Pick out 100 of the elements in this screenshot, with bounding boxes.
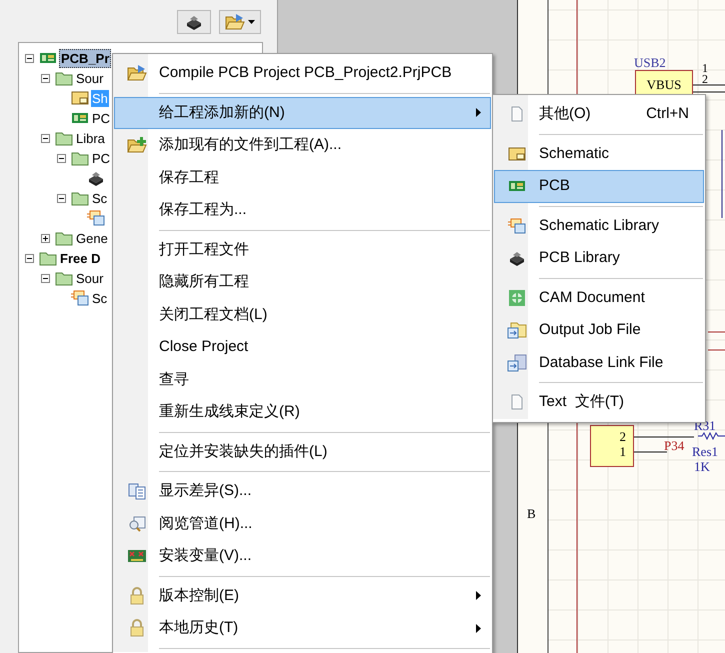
submenu-arrow-icon <box>476 591 481 600</box>
variant-icon <box>127 548 147 564</box>
schematic-symbol-icon <box>86 210 104 226</box>
schematic-sheet-icon <box>508 146 526 161</box>
text-document-icon <box>509 394 525 410</box>
collapse-toggle[interactable] <box>25 254 34 262</box>
shortcut-label: Ctrl+N <box>646 104 689 124</box>
collapse-toggle[interactable] <box>41 274 50 282</box>
schematic-sheet-icon <box>70 91 88 105</box>
pin-number: 2 <box>620 429 626 444</box>
chip-icon <box>86 170 104 186</box>
pcb-project-icon <box>38 51 56 65</box>
collapse-toggle[interactable] <box>41 134 50 142</box>
menu-item-label: 关闭工程文档(L) <box>159 304 268 324</box>
tree-item[interactable]: PC <box>91 110 112 126</box>
menu-item-label: 重新生成线束定义(R) <box>159 402 300 422</box>
wire <box>634 436 694 453</box>
menu-item[interactable]: 阅览管道(H)... <box>114 508 491 540</box>
menu-item[interactable]: 保存工程 <box>114 162 491 194</box>
menu-item[interactable]: 关闭工程文档(L) <box>114 298 491 331</box>
folder-icon <box>70 190 88 206</box>
chip-icon <box>185 14 203 30</box>
menu-item[interactable]: 查寻 <box>114 364 491 396</box>
folder-icon <box>38 250 56 266</box>
folder-icon <box>54 70 72 86</box>
open-folder-icon <box>225 13 245 31</box>
collapse-toggle[interactable] <box>57 194 66 202</box>
blank-document-icon <box>509 106 525 122</box>
pin-number: 2 <box>702 74 708 85</box>
menu-item[interactable]: 安装变量(V)... <box>114 540 491 572</box>
tree-item[interactable]: Free D <box>59 250 102 266</box>
menu-item-label: 安装变量(V)... <box>159 546 252 566</box>
folder-icon <box>70 150 88 166</box>
menu-item[interactable]: PCB Library <box>494 242 704 274</box>
pin-number: 1 <box>702 63 708 74</box>
menu-item[interactable]: 给工程添加新的(N) <box>114 96 491 129</box>
menu-item-label: 本地历史(T) <box>159 618 238 638</box>
menu-item-label: 给工程添加新的(N) <box>159 102 285 122</box>
toolbar-dropdown-button[interactable] <box>219 10 261 34</box>
compare-icon <box>128 482 146 500</box>
tree-item[interactable]: Sc <box>91 290 108 306</box>
menu-item[interactable]: 打开工程文件 <box>114 234 491 266</box>
menu-item-label: CAM Document <box>539 288 645 308</box>
menu-item-label: 隐藏所有工程 <box>159 272 249 292</box>
add-file-icon <box>127 136 147 154</box>
menu-item-label: Database Link File <box>539 352 664 372</box>
tree-item[interactable]: Sour <box>75 70 104 86</box>
menu-item-label: 阅览管道(H)... <box>159 514 252 534</box>
collapse-toggle[interactable] <box>25 54 34 62</box>
lock-icon <box>129 619 145 638</box>
menu-item[interactable]: 重新生成线束定义(R) <box>114 396 491 428</box>
submenu-arrow-icon <box>476 108 481 118</box>
menu-item[interactable]: Database Link File <box>494 346 704 379</box>
tree-item[interactable]: PCB_Pr <box>59 48 112 68</box>
menu-item-label: Schematic Library <box>539 216 660 236</box>
menu-item-label: Text 文件(T) <box>539 392 624 412</box>
component-comment: Res1 <box>692 443 718 461</box>
zone-label: B <box>527 505 536 523</box>
menu-item-label: 保存工程为... <box>159 200 247 220</box>
lock-icon <box>129 586 145 605</box>
folder-icon <box>54 130 72 146</box>
menu-item[interactable]: Compile PCB Project PCB_Project2.PrjPCB <box>114 57 491 90</box>
toolbar-button[interactable] <box>177 10 211 34</box>
pin-name: VBUS <box>646 76 682 94</box>
tree-item[interactable]: Sc <box>91 190 108 206</box>
resistor-symbol <box>698 432 725 440</box>
menu-item[interactable]: Text 文件(T) <box>494 386 704 418</box>
menu-item[interactable]: 隐藏所有工程 <box>114 266 491 298</box>
menu-item[interactable]: 添加现有的文件到工程(A)... <box>114 129 491 162</box>
tree-item[interactable]: PC <box>91 150 112 166</box>
menu-item-label: 版本控制(E) <box>159 586 239 606</box>
tree-item[interactable]: Libra <box>75 130 106 146</box>
compile-icon <box>127 64 147 82</box>
menu-item[interactable]: 显示差异(S)... <box>114 475 491 508</box>
menu-item[interactable]: 定位并安装缺失的插件(L) <box>114 436 491 468</box>
designator-label: USB2 <box>634 54 666 72</box>
chip-icon <box>508 250 526 266</box>
menu-item[interactable]: PCB <box>494 170 704 202</box>
menu-item[interactable]: Schematic Library <box>494 210 704 242</box>
menu-item-label: Close Project <box>159 337 248 357</box>
menu-item[interactable]: CAM Document <box>494 282 704 314</box>
collapse-toggle[interactable] <box>57 154 66 162</box>
pin-number: 1 <box>620 444 626 459</box>
expand-toggle[interactable] <box>41 234 50 242</box>
tree-item[interactable]: Gene <box>75 230 109 246</box>
tree-item[interactable]: Sour <box>75 270 104 286</box>
menu-item[interactable]: Close Project <box>114 331 491 364</box>
menu-item-label: 其他(O) <box>539 104 591 124</box>
menu-item-label: 添加现有的文件到工程(A)... <box>159 135 342 155</box>
menu-item[interactable]: Schematic <box>494 138 704 170</box>
database-link-icon <box>507 354 527 372</box>
menu-item[interactable]: 保存工程为... <box>114 194 491 226</box>
menu-item[interactable]: 其他(O) Ctrl+N <box>494 98 704 130</box>
folder-icon <box>54 230 72 246</box>
collapse-toggle[interactable] <box>41 74 50 82</box>
menu-item[interactable]: 本地历史(T) <box>114 612 491 644</box>
menu-item-label: 查寻 <box>159 370 189 390</box>
menu-item-label: 保存工程 <box>159 168 219 188</box>
menu-item[interactable]: 版本控制(E) <box>114 580 491 612</box>
menu-item[interactable]: Output Job File <box>494 314 704 346</box>
